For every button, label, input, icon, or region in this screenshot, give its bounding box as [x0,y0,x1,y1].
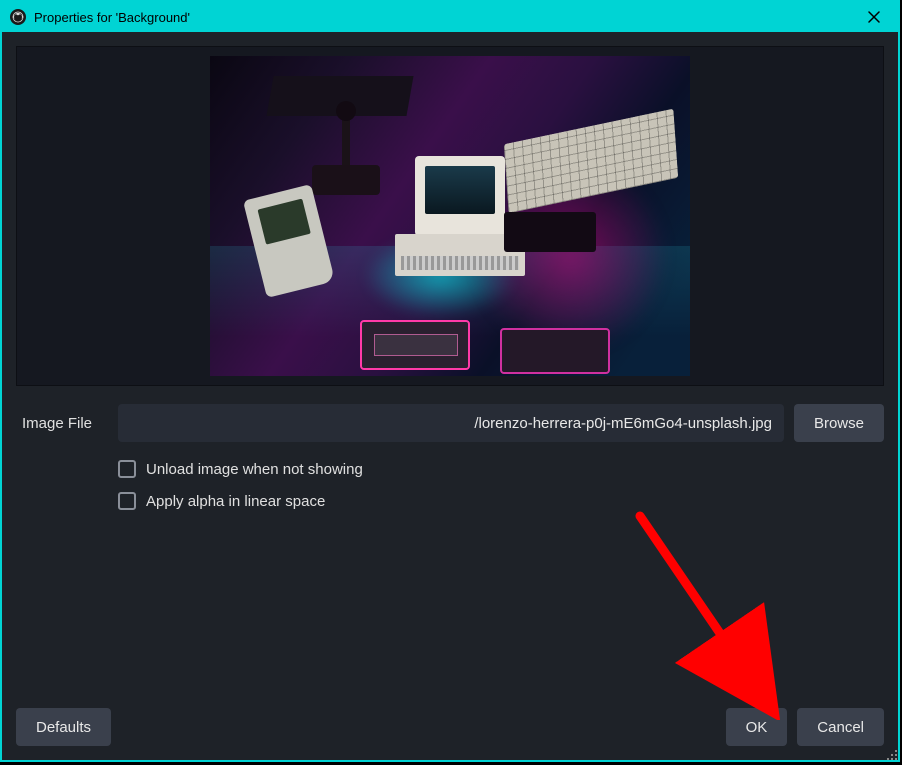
unload-image-label: Unload image when not showing [146,461,363,478]
defaults-button[interactable]: Defaults [16,708,111,746]
alpha-linear-row[interactable]: Apply alpha in linear space [118,492,884,510]
alpha-linear-label: Apply alpha in linear space [146,493,325,510]
alpha-linear-checkbox[interactable] [118,492,136,510]
window-title: Properties for 'Background' [34,10,850,25]
image-preview [210,56,690,376]
dialog-content: Image File /lorenzo-herrera-p0j-mE6mGo4-… [2,32,898,760]
ok-button[interactable]: OK [726,708,788,746]
close-icon [868,11,880,23]
image-file-label: Image File [16,415,108,432]
titlebar[interactable]: Properties for 'Background' [2,2,898,32]
close-button[interactable] [858,5,890,29]
dialog-footer: Defaults OK Cancel [16,698,884,746]
obs-icon [10,9,26,25]
unload-image-checkbox[interactable] [118,460,136,478]
resize-grip[interactable] [887,749,899,761]
image-file-value: /lorenzo-herrera-p0j-mE6mGo4-unsplash.jp… [474,415,772,432]
properties-dialog: Properties for 'Background' Ima [0,0,900,762]
image-file-row: Image File /lorenzo-herrera-p0j-mE6mGo4-… [16,404,884,442]
unload-image-row[interactable]: Unload image when not showing [118,460,884,478]
cancel-button[interactable]: Cancel [797,708,884,746]
image-file-field[interactable]: /lorenzo-herrera-p0j-mE6mGo4-unsplash.jp… [118,404,784,442]
browse-button[interactable]: Browse [794,404,884,442]
preview-area [16,46,884,386]
